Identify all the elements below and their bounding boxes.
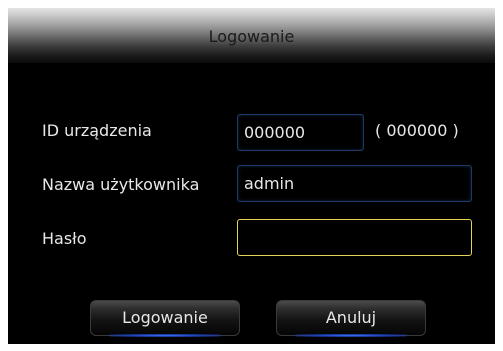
login-dialog: Logowanie ID urządzenia 000000 ( 000000 … xyxy=(8,8,495,344)
dialog-title: Logowanie xyxy=(208,27,295,46)
password-label: Hasło xyxy=(42,229,87,248)
device-id-field[interactable]: 000000 xyxy=(237,114,364,151)
cancel-button[interactable]: Anuluj xyxy=(276,300,426,337)
password-field[interactable] xyxy=(237,219,472,256)
dialog-titlebar: Logowanie xyxy=(8,8,495,64)
login-button[interactable]: Logowanie xyxy=(90,300,240,337)
username-field[interactable]: admin xyxy=(237,165,472,202)
device-id-hint: ( 000000 ) xyxy=(375,121,459,140)
device-id-label: ID urządzenia xyxy=(42,121,152,140)
username-label: Nazwa użytkownika xyxy=(42,175,200,194)
